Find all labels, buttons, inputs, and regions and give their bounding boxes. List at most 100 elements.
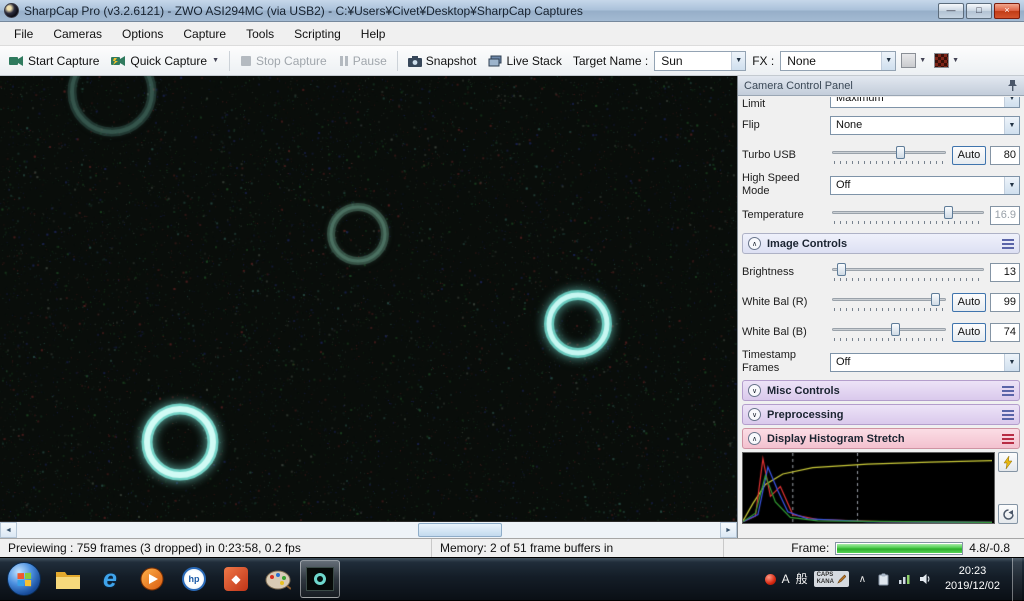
ime-mode-indicator[interactable]: 般 <box>796 573 808 585</box>
start-button[interactable] <box>7 562 41 596</box>
histogram-display[interactable] <box>742 452 995 524</box>
menubar: File Cameras Options Capture Tools Scrip… <box>0 22 1024 46</box>
close-button[interactable]: × <box>994 2 1020 19</box>
chevron-down-icon: ▼ <box>212 57 220 64</box>
slider-thumb[interactable] <box>895 146 905 159</box>
snapshot-button[interactable]: Snapshot <box>403 51 482 71</box>
slider-thumb[interactable] <box>837 263 847 276</box>
fx-select[interactable]: None ▼ <box>780 50 897 71</box>
slider-thumb <box>943 206 953 219</box>
brightness-slider[interactable] <box>830 261 986 283</box>
network-activity-icon[interactable] <box>897 572 912 587</box>
flip-row: Flip None ▼ <box>742 110 1020 140</box>
menu-tools[interactable]: Tools <box>236 24 284 44</box>
taskbar-clock[interactable]: 20:23 2019/12/02 <box>939 564 1006 594</box>
reset-stretch-button[interactable] <box>998 504 1018 524</box>
live-stack-button[interactable]: Live Stack <box>483 51 566 71</box>
white-balance-b-auto-button[interactable]: Auto <box>952 322 986 342</box>
clipboard-icon[interactable] <box>876 572 891 587</box>
maximize-button[interactable]: □ <box>966 2 992 19</box>
chevron-down-icon: ▼ <box>881 51 896 70</box>
panel-header: Camera Control Panel <box>738 76 1024 96</box>
ime-alpha-indicator[interactable]: A <box>782 573 790 585</box>
menu-help[interactable]: Help <box>351 24 396 44</box>
layers-icon <box>488 55 502 66</box>
fx-label: FX : <box>752 53 775 68</box>
turbo-usb-auto-button[interactable]: Auto <box>952 145 986 165</box>
toolbar: Start Capture Quick Capture ▼ Stop Captu… <box>0 46 1024 76</box>
taskbar-hp-button[interactable]: hp <box>174 560 214 598</box>
section-misc-controls[interactable]: ∨ Misc Controls <box>742 380 1020 401</box>
menu-icon[interactable] <box>1002 433 1014 444</box>
frame-label: Frame: <box>791 541 830 555</box>
brightness-value[interactable]: 13 <box>990 262 1020 282</box>
scrollbar-track[interactable] <box>17 522 720 538</box>
video-camera-icon <box>111 55 126 66</box>
frame-progress-fill <box>837 543 963 553</box>
slider-thumb[interactable] <box>931 293 941 306</box>
section-display-histogram-stretch[interactable]: ∧ Display Histogram Stretch <box>742 428 1020 449</box>
menu-options[interactable]: Options <box>112 24 173 44</box>
show-desktop-button[interactable] <box>1012 557 1022 601</box>
scroll-right-icon[interactable]: ► <box>720 522 737 538</box>
quick-capture-button[interactable]: Quick Capture ▼ <box>106 51 224 71</box>
frame-rate-limit-select[interactable]: Maximum ▼ <box>830 97 1020 108</box>
taskbar-app-button[interactable]: ◆ <box>216 560 256 598</box>
reset-icon <box>1002 508 1014 520</box>
white-balance-r-auto-button[interactable]: Auto <box>952 292 986 312</box>
notification-icon[interactable] <box>764 573 776 585</box>
preview-viewport: ◄ ► <box>0 76 737 538</box>
white-balance-b-value[interactable]: 74 <box>990 322 1020 342</box>
auto-stretch-button[interactable] <box>998 452 1018 472</box>
taskbar-explorer-button[interactable] <box>48 560 88 598</box>
taskbar-sharpcap-button[interactable] <box>300 560 340 598</box>
chevron-down-icon: ▼ <box>731 51 746 70</box>
taskbar-media-player-button[interactable] <box>132 560 172 598</box>
chevron-down-icon: ▼ <box>952 57 960 64</box>
bayer-pattern-button[interactable]: ▼ <box>931 51 962 70</box>
windows-flag-icon <box>17 572 32 586</box>
pin-icon[interactable] <box>1007 79 1018 92</box>
menu-cameras[interactable]: Cameras <box>43 24 112 44</box>
menu-icon[interactable] <box>1002 238 1014 249</box>
minimize-button[interactable]: — <box>938 2 964 19</box>
taskbar-internet-explorer-button[interactable]: e <box>90 560 130 598</box>
pencil-icon <box>837 574 846 584</box>
turbo-usb-row: Turbo USB Auto 80 <box>742 140 1020 170</box>
speaker-icon[interactable] <box>918 572 933 587</box>
slider-thumb[interactable] <box>891 323 901 336</box>
flip-select[interactable]: None ▼ <box>830 115 1020 135</box>
turbo-usb-slider[interactable] <box>830 144 948 166</box>
ime-caps-kana-indicator[interactable]: CAPS KANA <box>813 571 849 587</box>
white-balance-r-value[interactable]: 99 <box>990 292 1020 312</box>
timestamp-frames-row: Timestamp Frames Off ▼ <box>742 347 1020 377</box>
menu-capture[interactable]: Capture <box>173 24 236 44</box>
temperature-row: Temperature 16.9 <box>742 200 1020 230</box>
menu-icon[interactable] <box>1002 409 1014 420</box>
menu-scripting[interactable]: Scripting <box>284 24 351 44</box>
target-name-select[interactable]: Sun ▼ <box>654 50 747 71</box>
brightness-row: Brightness 13 <box>742 257 1020 287</box>
sharpcap-preview-icon <box>306 567 334 591</box>
scrollbar-thumb[interactable] <box>417 523 502 537</box>
hp-icon: hp <box>182 567 206 591</box>
menu-file[interactable]: File <box>4 24 43 44</box>
white-balance-r-slider[interactable] <box>830 291 948 313</box>
taskbar-paint-button[interactable] <box>258 560 298 598</box>
chevron-up-icon: ∧ <box>748 237 761 250</box>
menu-icon[interactable] <box>1002 385 1014 396</box>
photo-camera-icon <box>407 55 422 67</box>
start-capture-button[interactable]: Start Capture <box>4 51 104 71</box>
folder-icon <box>56 571 80 589</box>
section-image-controls[interactable]: ∧ Image Controls <box>742 233 1020 254</box>
white-balance-b-slider[interactable] <box>830 321 948 343</box>
tray-expand-icon[interactable]: ∧ <box>855 572 870 587</box>
horizontal-scrollbar[interactable]: ◄ ► <box>0 521 737 538</box>
system-tray: A 般 CAPS KANA ∧ 20:23 2019/12/02 <box>761 564 1010 594</box>
high-speed-mode-select[interactable]: Off ▼ <box>830 175 1020 195</box>
selection-tool-button[interactable]: ▼ <box>898 51 929 70</box>
turbo-usb-value[interactable]: 80 <box>990 145 1020 165</box>
section-preprocessing[interactable]: ∨ Preprocessing <box>742 404 1020 425</box>
scroll-left-icon[interactable]: ◄ <box>0 522 17 538</box>
timestamp-frames-select[interactable]: Off ▼ <box>830 352 1020 372</box>
